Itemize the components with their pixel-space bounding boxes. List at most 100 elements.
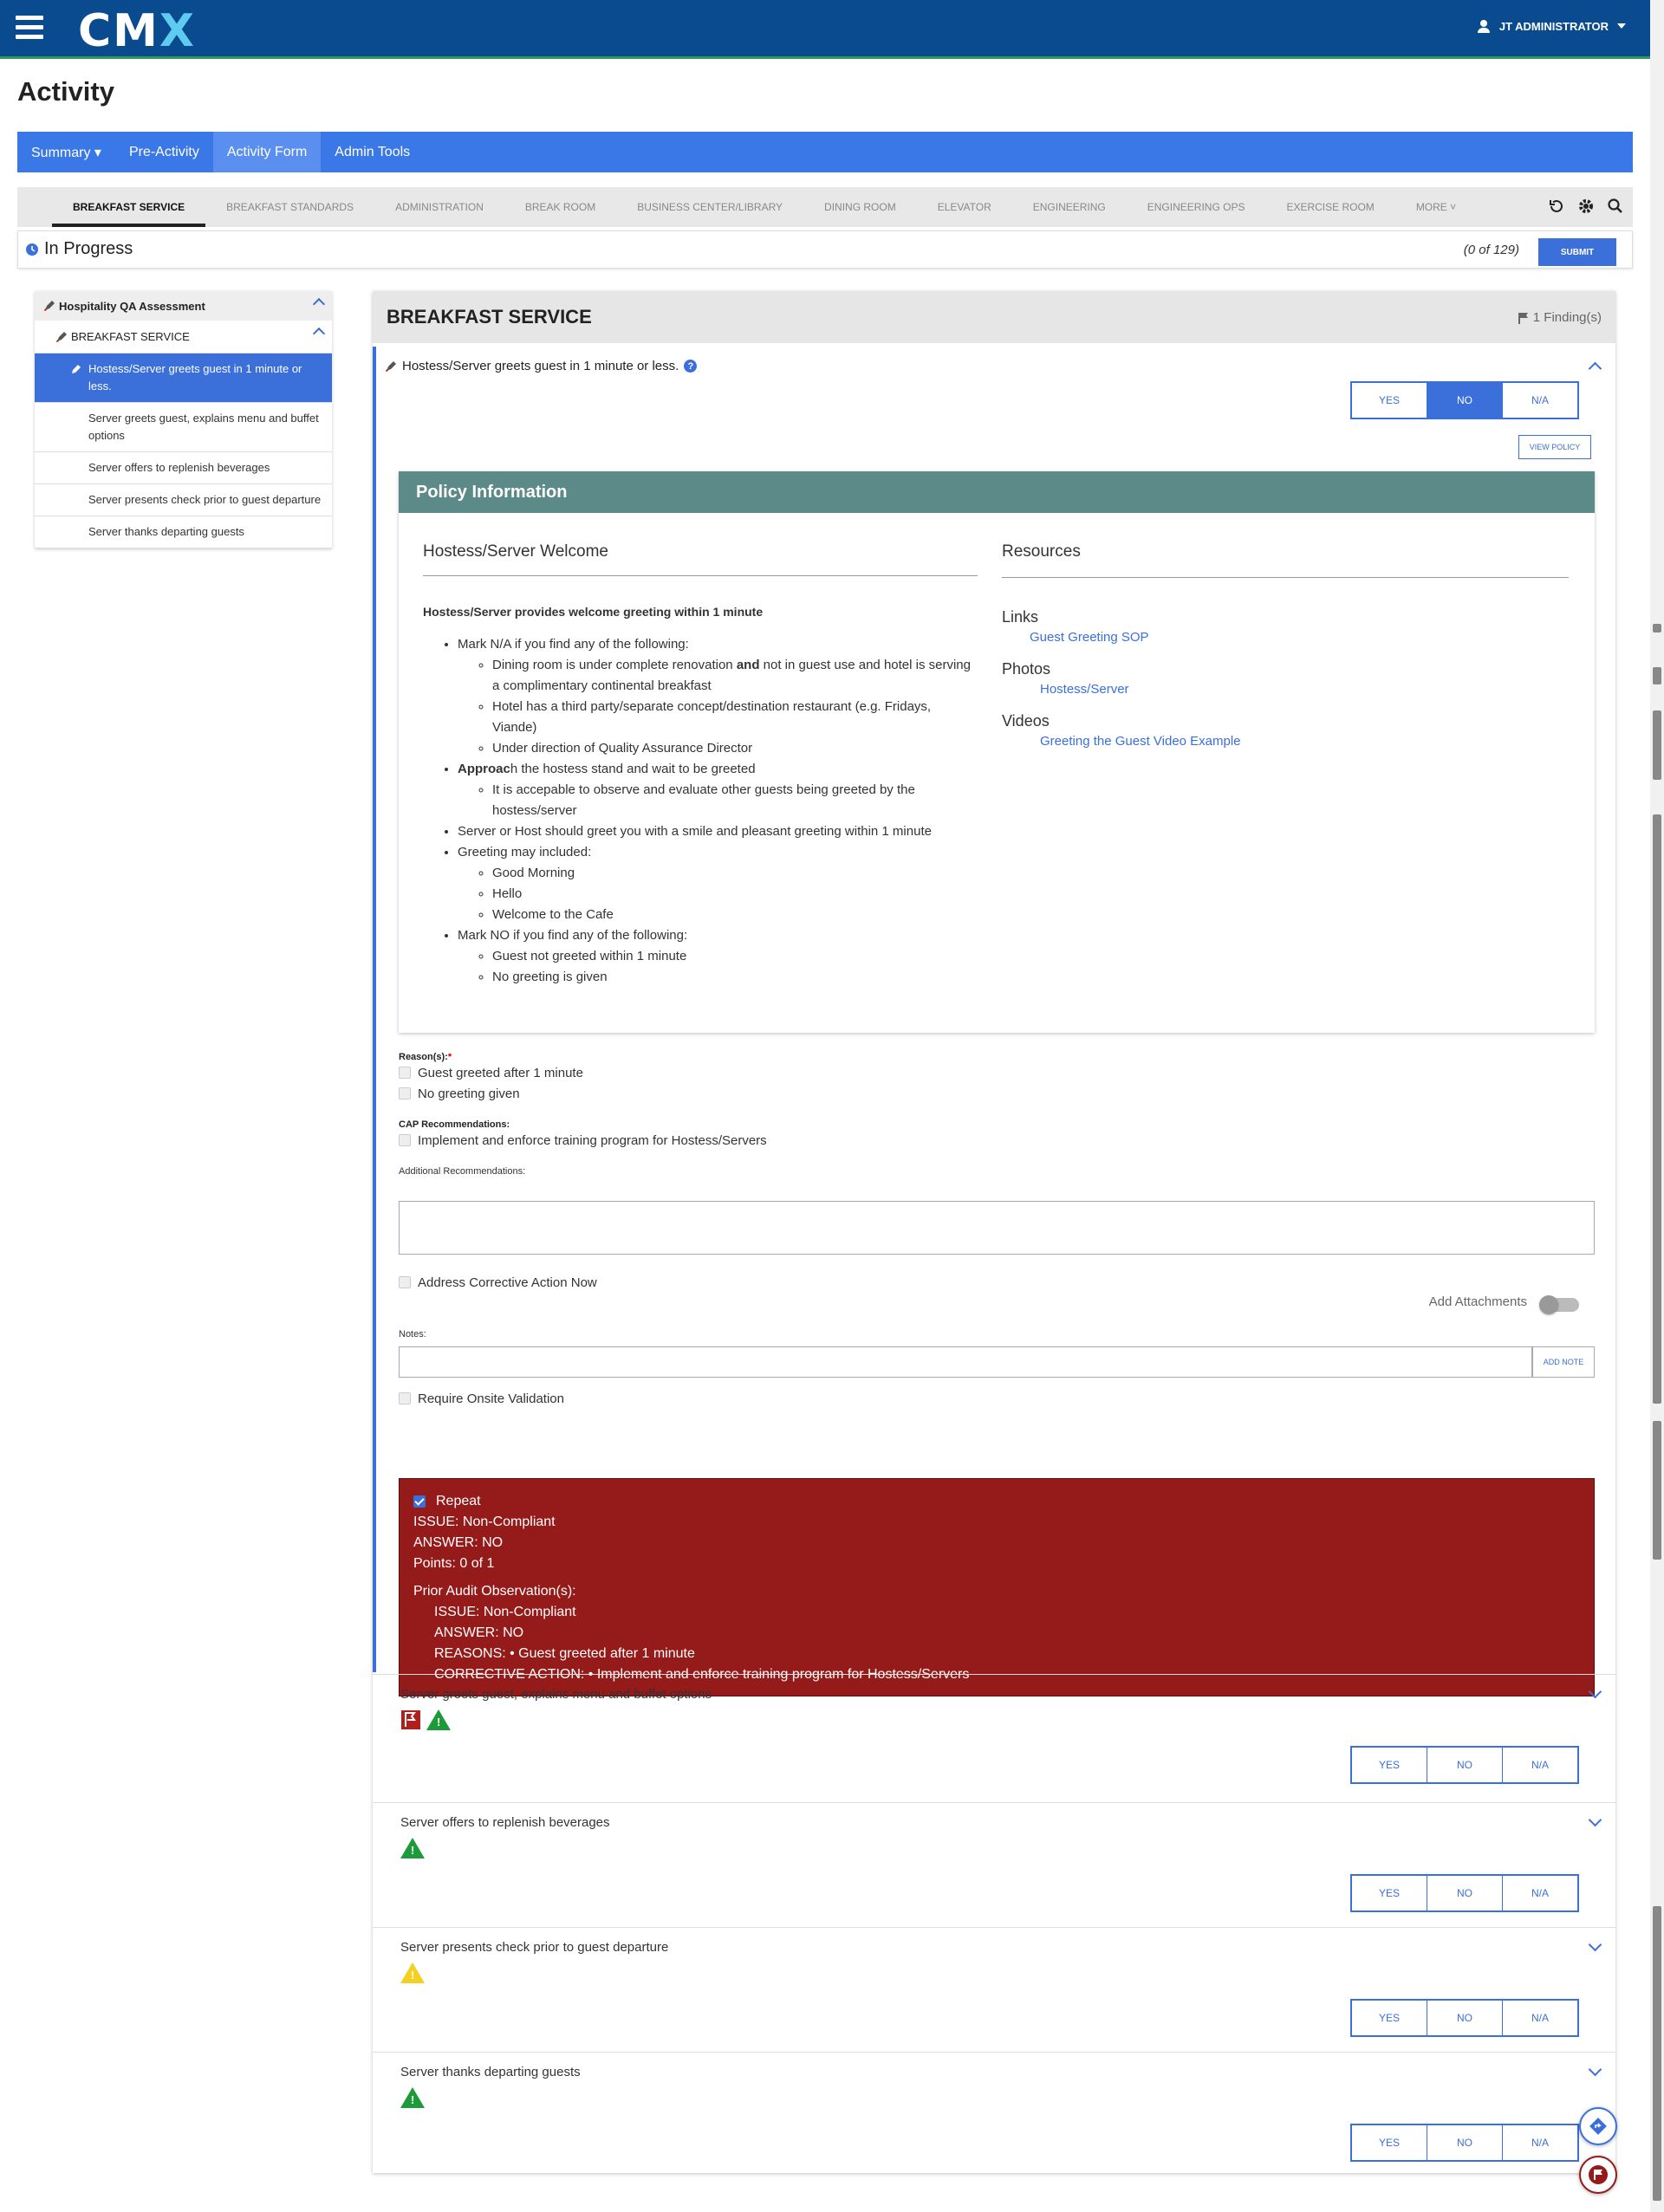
tab-break-room[interactable]: BREAK ROOM bbox=[504, 187, 616, 227]
policy-header: Policy Information bbox=[399, 471, 1595, 513]
sidebar-item-q2[interactable]: Server greets guest, explains menu and b… bbox=[35, 403, 332, 452]
findings-count[interactable]: 1 Finding(s) bbox=[1518, 310, 1602, 325]
top-bar: CMX JT ADMINISTRATOR bbox=[0, 0, 1650, 59]
progress-count: (0 of 129) bbox=[1463, 243, 1519, 257]
notes-input[interactable] bbox=[399, 1346, 1532, 1378]
answer-buttons: YES NO N/A bbox=[1350, 381, 1579, 419]
section-header: BREAKFAST SERVICE 1 Finding(s) bbox=[373, 291, 1615, 343]
no-button[interactable]: NO bbox=[1427, 383, 1503, 418]
nav-admin-tools[interactable]: Admin Tools bbox=[321, 132, 424, 172]
no-button[interactable]: NO bbox=[1427, 1876, 1503, 1910]
submit-button[interactable]: SUBMIT bbox=[1538, 238, 1616, 266]
answer-buttons: YES NO N/A bbox=[1350, 2124, 1579, 2162]
resources-list: Links Guest Greeting SOP Photos Hostess/… bbox=[1002, 601, 1241, 752]
hamburger-menu-icon[interactable] bbox=[16, 16, 43, 42]
tab-engineering[interactable]: ENGINEERING bbox=[1012, 187, 1127, 227]
page-title: Activity bbox=[17, 76, 114, 107]
edit-pencil-icon bbox=[44, 301, 55, 311]
question-2: Server greets guest, explains menu and b… bbox=[373, 1674, 1615, 1802]
tab-administration[interactable]: ADMINISTRATION bbox=[374, 187, 504, 227]
tab-engineering-ops[interactable]: ENGINEERING OPS bbox=[1127, 187, 1266, 227]
resources-title: Resources bbox=[1002, 542, 1081, 561]
pencil-icon bbox=[72, 365, 81, 373]
yes-button[interactable]: YES bbox=[1352, 2001, 1427, 2035]
sidebar-item-q4[interactable]: Server presents check prior to guest dep… bbox=[35, 484, 332, 516]
expand-chevron-icon[interactable] bbox=[1588, 2062, 1602, 2077]
require-onsite-checkbox[interactable]: Require Onsite Validation bbox=[399, 1388, 564, 1409]
no-button[interactable]: NO bbox=[1427, 2125, 1503, 2160]
reason-checkbox[interactable]: No greeting given bbox=[399, 1083, 767, 1104]
na-button[interactable]: N/A bbox=[1503, 2001, 1577, 2035]
tab-more[interactable]: MORE ˅ bbox=[1395, 187, 1477, 227]
collapse-chevron-icon[interactable] bbox=[1588, 361, 1602, 376]
no-button[interactable]: NO bbox=[1427, 2001, 1503, 2035]
nav-activity-form[interactable]: Activity Form bbox=[212, 132, 322, 172]
question-4: Server presents check prior to guest dep… bbox=[373, 1927, 1615, 2052]
yes-button[interactable]: YES bbox=[1352, 1748, 1427, 1782]
sidebar-assessment-header[interactable]: Hospitality QA Assessment bbox=[35, 291, 332, 321]
view-policy-button[interactable]: VIEW POLICY bbox=[1518, 435, 1591, 459]
warning-green-icon: ! bbox=[400, 2087, 425, 2108]
policy-body: Hostess/Server provides welcome greeting… bbox=[423, 601, 978, 988]
tab-dining-room[interactable]: DINING ROOM bbox=[803, 187, 917, 227]
sidebar-item-q5[interactable]: Server thanks departing guests bbox=[35, 516, 332, 548]
tab-exercise-room[interactable]: EXERCISE ROOM bbox=[1265, 187, 1394, 227]
repeat-flag-icon bbox=[401, 1710, 420, 1729]
refresh-icon[interactable] bbox=[1548, 198, 1565, 215]
navigate-fab[interactable] bbox=[1579, 2107, 1617, 2145]
help-icon[interactable]: ? bbox=[684, 360, 698, 373]
section-tabs: BREAKFAST SERVICE BREAKFAST STANDARDS AD… bbox=[17, 187, 1633, 227]
notes-label: Notes: bbox=[399, 1329, 426, 1340]
tab-elevator[interactable]: ELEVATOR bbox=[917, 187, 1012, 227]
yes-button[interactable]: YES bbox=[1352, 1876, 1427, 1910]
na-button[interactable]: N/A bbox=[1503, 1876, 1577, 1910]
yes-button[interactable]: YES bbox=[1352, 2125, 1427, 2160]
user-menu[interactable]: JT ADMINISTRATOR bbox=[1477, 19, 1626, 33]
question-3: Server offers to replenish beverages ! Y… bbox=[373, 1802, 1615, 1927]
sidebar-item-q1[interactable]: Hostess/Server greets guest in 1 minute … bbox=[35, 354, 332, 403]
directions-icon bbox=[1589, 2118, 1607, 2135]
cap-checkbox[interactable]: Implement and enforce training program f… bbox=[399, 1130, 767, 1151]
expand-chevron-icon[interactable] bbox=[1588, 1813, 1602, 1827]
answer-buttons: YES NO N/A bbox=[1350, 1746, 1579, 1784]
link-video[interactable]: Greeting the Guest Video Example bbox=[1002, 731, 1241, 752]
edit-pencil-icon bbox=[386, 360, 396, 372]
na-button[interactable]: N/A bbox=[1503, 383, 1577, 418]
gear-icon[interactable] bbox=[1577, 198, 1595, 215]
onsite-row: Require Onsite Validation bbox=[399, 1388, 564, 1409]
add-note-button[interactable]: ADD NOTE bbox=[1532, 1346, 1595, 1378]
address-corrective-checkbox[interactable]: Address Corrective Action Now bbox=[399, 1272, 597, 1293]
tab-breakfast-standards[interactable]: BREAKFAST STANDARDS bbox=[205, 187, 374, 227]
additional-recommendations-input[interactable] bbox=[399, 1201, 1595, 1255]
tab-breakfast-service[interactable]: BREAKFAST SERVICE bbox=[52, 187, 206, 227]
main-nav: Summary ▾ Pre-Activity Activity Form Adm… bbox=[17, 132, 1633, 172]
na-button[interactable]: N/A bbox=[1503, 1748, 1577, 1782]
add-attachments-toggle[interactable] bbox=[1539, 1295, 1579, 1314]
question-1-expanded: Hostess/Server greets guest in 1 minute … bbox=[373, 347, 1615, 1696]
expand-chevron-icon[interactable] bbox=[1588, 1684, 1602, 1699]
link-guest-greeting-sop[interactable]: Guest Greeting SOP bbox=[1002, 627, 1241, 648]
link-photo[interactable]: Hostess/Server bbox=[1002, 679, 1241, 700]
flag-fab[interactable] bbox=[1579, 2156, 1617, 2194]
no-button[interactable]: NO bbox=[1427, 1748, 1503, 1782]
expand-chevron-icon[interactable] bbox=[1588, 1937, 1602, 1952]
search-icon[interactable] bbox=[1607, 198, 1624, 215]
na-button[interactable]: N/A bbox=[1503, 2125, 1577, 2160]
tab-business-center[interactable]: BUSINESS CENTER/LIBRARY bbox=[616, 187, 803, 227]
nav-summary[interactable]: Summary ▾ bbox=[17, 132, 115, 172]
reason-checkbox[interactable]: Guest greeted after 1 minute bbox=[399, 1062, 767, 1083]
clock-icon bbox=[26, 243, 38, 256]
user-icon bbox=[1477, 20, 1490, 33]
nav-pre-activity[interactable]: Pre-Activity bbox=[115, 132, 213, 172]
sidebar-item-q3[interactable]: Server offers to replenish beverages bbox=[35, 452, 332, 484]
address-now-row: Address Corrective Action Now bbox=[399, 1272, 597, 1293]
sidebar-section[interactable]: BREAKFAST SERVICE bbox=[35, 321, 332, 354]
cmx-logo[interactable]: CMX bbox=[78, 5, 196, 57]
collapse-icon[interactable] bbox=[312, 297, 326, 311]
repeat-checkbox[interactable] bbox=[413, 1495, 426, 1508]
question-title: Hostess/Server greets guest in 1 minute … bbox=[385, 359, 698, 373]
warning-yellow-icon: ! bbox=[400, 1962, 425, 1983]
yes-button[interactable]: YES bbox=[1352, 383, 1427, 418]
scrollbar[interactable] bbox=[1650, 0, 1664, 2212]
collapse-icon[interactable] bbox=[312, 327, 326, 341]
